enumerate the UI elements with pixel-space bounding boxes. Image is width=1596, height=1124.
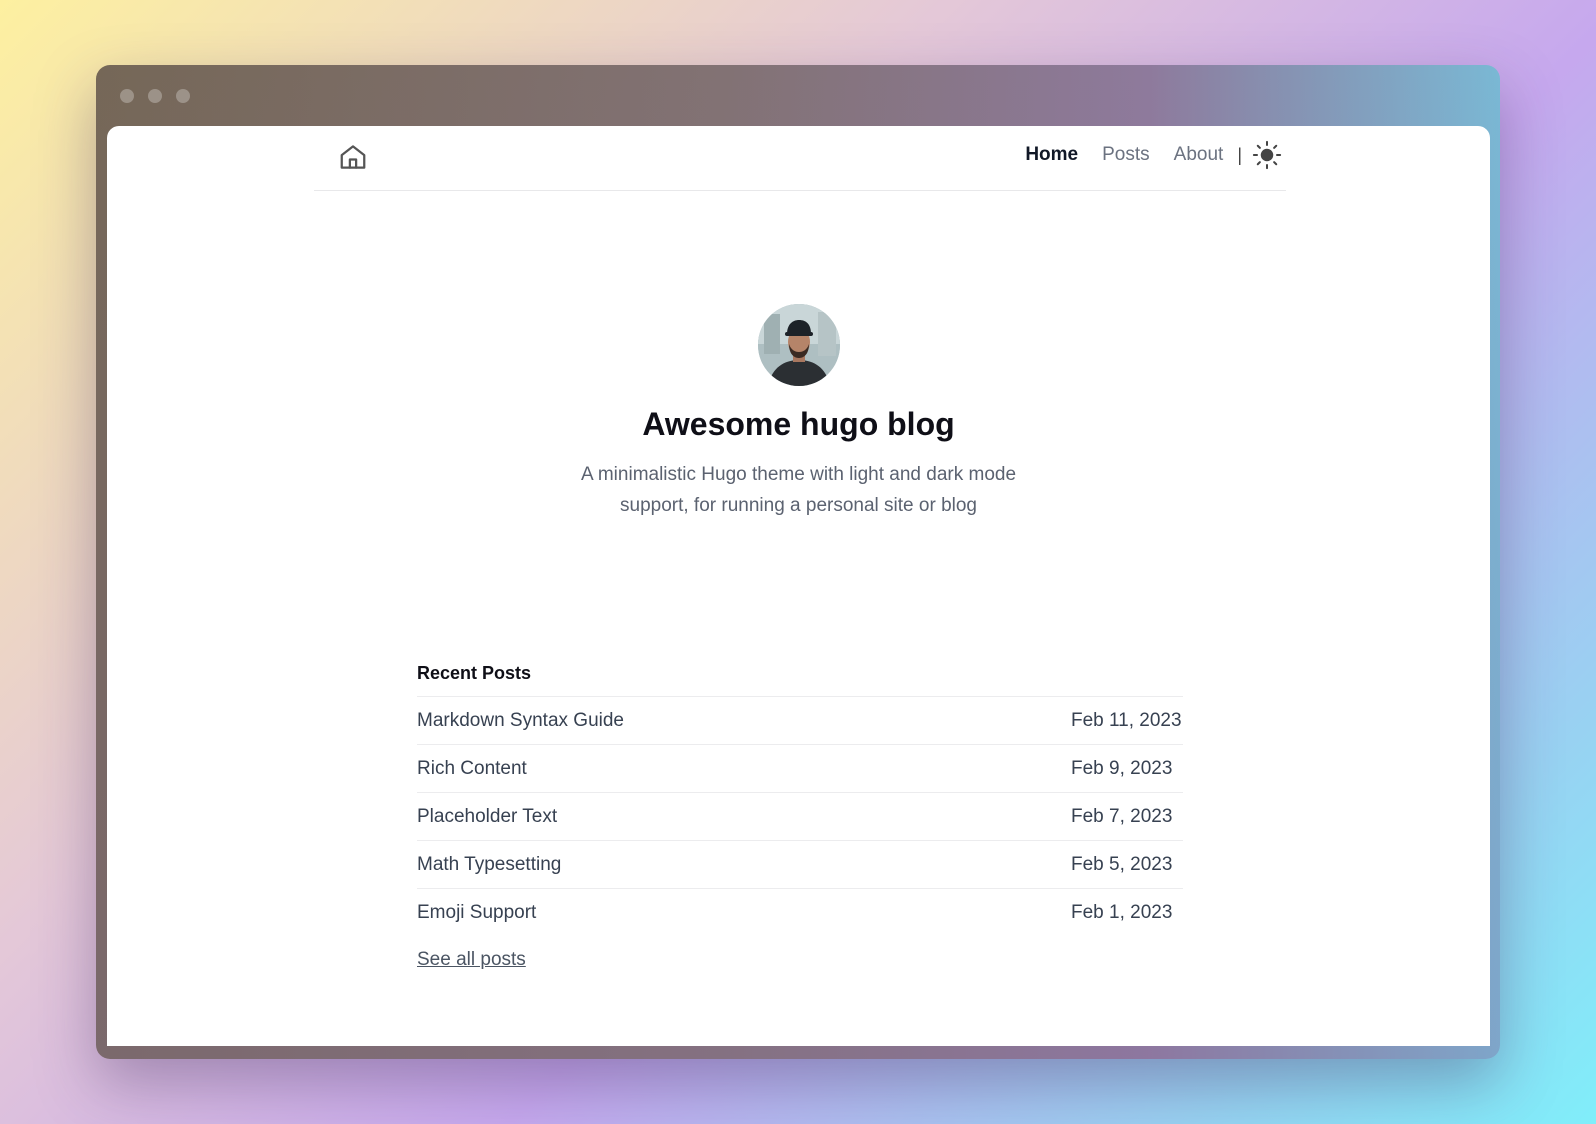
home-icon bbox=[340, 145, 366, 169]
post-title[interactable]: Placeholder Text bbox=[417, 806, 557, 828]
window-zoom-button[interactable] bbox=[176, 89, 190, 103]
post-date: Feb 11, 2023 bbox=[1071, 709, 1182, 731]
main-nav: Home Posts About | bbox=[1001, 140, 1282, 170]
home-icon-button[interactable] bbox=[338, 142, 368, 172]
post-title[interactable]: Math Typesetting bbox=[417, 854, 561, 876]
browser-window: Home Posts About | Awesome hugo blog A m… bbox=[96, 65, 1500, 1059]
post-date: Feb 5, 2023 bbox=[1071, 853, 1173, 875]
table-row[interactable]: Emoji Support Feb 1, 2023 bbox=[417, 889, 1183, 937]
site-header: Home Posts About | bbox=[314, 126, 1286, 191]
nav-link-about[interactable]: About bbox=[1174, 144, 1224, 166]
see-all-posts-link[interactable]: See all posts bbox=[417, 949, 526, 971]
recent-posts-section: Recent Posts Markdown Syntax Guide Feb 1… bbox=[417, 662, 1183, 971]
window-controls bbox=[120, 89, 190, 103]
site-title: Awesome hugo blog bbox=[642, 406, 955, 442]
table-row[interactable]: Math Typesetting Feb 5, 2023 bbox=[417, 841, 1183, 889]
avatar-image bbox=[757, 304, 840, 386]
recent-posts-heading: Recent Posts bbox=[417, 663, 532, 683]
theme-toggle-button[interactable] bbox=[1252, 140, 1282, 170]
post-title[interactable]: Emoji Support bbox=[417, 902, 536, 924]
post-title[interactable]: Rich Content bbox=[417, 758, 527, 780]
table-row[interactable]: Placeholder Text Feb 7, 2023 bbox=[417, 793, 1183, 841]
table-row[interactable]: Markdown Syntax Guide Feb 11, 2023 bbox=[417, 697, 1183, 745]
nav-separator: | bbox=[1237, 144, 1242, 165]
hero-section: Awesome hugo blog A minimalistic Hugo th… bbox=[107, 304, 1490, 521]
sun-icon bbox=[1252, 140, 1282, 170]
avatar bbox=[757, 304, 840, 386]
table-row[interactable]: Rich Content Feb 9, 2023 bbox=[417, 745, 1183, 793]
post-date: Feb 7, 2023 bbox=[1071, 805, 1173, 827]
window-minimize-button[interactable] bbox=[148, 89, 162, 103]
post-list: Markdown Syntax Guide Feb 11, 2023 Rich … bbox=[417, 696, 1183, 937]
nav-link-posts[interactable]: Posts bbox=[1102, 144, 1150, 166]
post-date: Feb 1, 2023 bbox=[1071, 902, 1173, 923]
post-title[interactable]: Markdown Syntax Guide bbox=[417, 710, 624, 732]
site-tagline: A minimalistic Hugo theme with light and… bbox=[580, 464, 1017, 516]
post-date: Feb 9, 2023 bbox=[1071, 757, 1173, 779]
page-viewport: Home Posts About | Awesome hugo blog A m… bbox=[107, 126, 1490, 1046]
window-close-button[interactable] bbox=[120, 89, 134, 103]
nav-link-home[interactable]: Home bbox=[1025, 144, 1078, 166]
